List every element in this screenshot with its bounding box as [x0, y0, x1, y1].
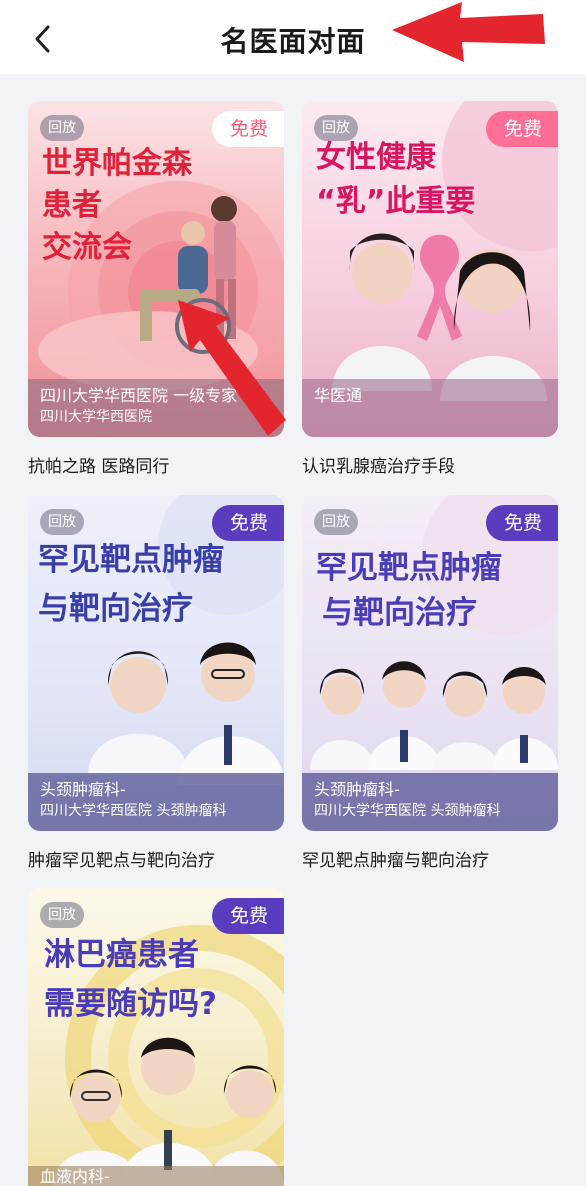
- video-card-breast-health[interactable]: 回放 免费 女性健康 “乳”此重要 华医通: [302, 101, 558, 437]
- card-caption[interactable]: 认识乳腺癌治疗手段: [302, 452, 455, 477]
- card-info-band: 血液内科-: [28, 1166, 284, 1186]
- free-badge: 免费: [211, 898, 284, 934]
- replay-badge: 回放: [40, 115, 84, 141]
- card-headline: 罕见靶点肿瘤 与靶向治疗: [316, 550, 502, 631]
- card-headline: 女性健康 “乳”此重要: [316, 140, 476, 219]
- replay-badge: 回放: [40, 509, 84, 535]
- video-card-rare-target-tumor[interactable]: 回放 免费 罕见靶点肿瘤 与靶向治疗 头颈肿瘤科- 四川大学华西医院 头颈肿瘤科: [28, 495, 284, 831]
- card-info-band: 头颈肿瘤科- 四川大学华西医院 头颈肿瘤科: [302, 773, 558, 831]
- replay-badge: 回放: [314, 509, 358, 535]
- free-badge: 免费: [211, 111, 284, 147]
- video-card-rare-target-tumor-2[interactable]: 回放 免费 罕见靶点肿瘤 与靶向治疗 头颈肿瘤科- 四川大学华西医院 头颈肿瘤科: [302, 495, 558, 831]
- card-caption[interactable]: 抗帕之路 医路同行: [28, 452, 169, 477]
- card-headline: 世界帕金森 患者 交流会: [42, 146, 192, 265]
- video-card-lymphoma-followup[interactable]: 回放 免费 淋巴癌患者 需要随访吗? 血液内科-: [28, 888, 284, 1186]
- free-badge: 免费: [485, 505, 558, 541]
- annotation-arrow-icon: [392, 2, 545, 62]
- card-headline: 罕见靶点肿瘤 与靶向治疗: [38, 542, 224, 627]
- card-caption[interactable]: 罕见靶点肿瘤与靶向治疗: [302, 846, 489, 871]
- card-info-band: 头颈肿瘤科- 四川大学华西医院 头颈肿瘤科: [28, 773, 284, 831]
- card-caption[interactable]: 肿瘤罕见靶点与靶向治疗: [28, 846, 215, 871]
- free-badge: 免费: [485, 111, 558, 147]
- replay-badge: 回放: [40, 902, 84, 928]
- replay-badge: 回放: [314, 115, 358, 141]
- annotation-arrow-icon: [178, 300, 286, 436]
- free-badge: 免费: [211, 505, 284, 541]
- card-headline: 淋巴癌患者 需要随访吗?: [44, 937, 217, 1022]
- card-info-band: 华医通: [302, 379, 558, 437]
